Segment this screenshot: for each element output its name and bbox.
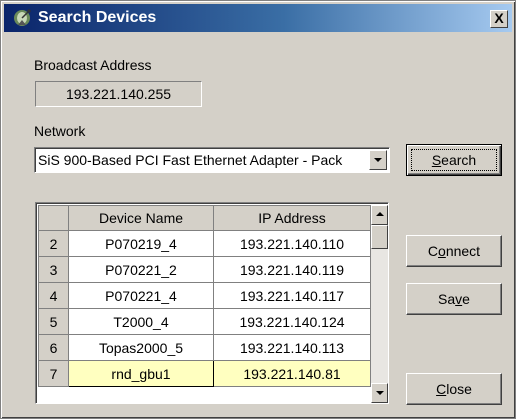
save-button[interactable]: Save (406, 283, 502, 315)
window-title: Search Devices (38, 9, 157, 26)
corner-cell (38, 205, 69, 231)
device-name-cell[interactable]: rnd_gbu1 (68, 360, 214, 387)
row-number[interactable]: 3 (38, 256, 69, 283)
network-label: Network (34, 123, 86, 139)
table-row-selected[interactable]: 7 rnd_gbu1 193.221.140.81 (38, 360, 371, 387)
device-name-cell[interactable]: P070221_4 (68, 282, 214, 309)
network-select[interactable]: SiS 900-Based PCI Fast Ethernet Adapter … (34, 147, 390, 173)
chevron-down-icon (376, 391, 384, 395)
row-number[interactable]: 2 (38, 230, 69, 257)
chevron-down-icon (374, 158, 382, 162)
chevron-up-icon (376, 212, 384, 216)
satellite-dish-icon (14, 9, 31, 26)
close-icon: X (494, 10, 504, 26)
search-button[interactable]: Search (406, 144, 502, 176)
scroll-up-button[interactable] (371, 205, 388, 225)
device-name-cell[interactable]: T2000_4 (68, 308, 214, 335)
ip-address-cell[interactable]: 193.221.140.117 (213, 282, 371, 309)
device-table: Device Name IP Address 2 P070219_4 193.2… (38, 205, 371, 387)
table-row[interactable]: 6 Topas2000_5 193.221.140.113 (38, 334, 371, 361)
table-row[interactable]: 4 P070221_4 193.221.140.117 (38, 282, 371, 309)
row-number[interactable]: 5 (38, 308, 69, 335)
ip-address-cell[interactable]: 193.221.140.119 (213, 256, 371, 283)
row-number[interactable]: 4 (38, 282, 69, 309)
save-button-label: Save (438, 291, 470, 307)
device-name-cell[interactable]: P070219_4 (68, 230, 214, 257)
connect-button-label: Connect (427, 243, 481, 259)
device-grid[interactable]: Device Name IP Address 2 P070219_4 193.2… (35, 202, 389, 404)
device-name-cell[interactable]: P070221_2 (68, 256, 214, 283)
column-header-device-name[interactable]: Device Name (68, 205, 214, 231)
row-number[interactable]: 6 (38, 334, 69, 361)
search-button-label: Search (431, 152, 477, 168)
table-row[interactable]: 3 P070221_2 193.221.140.119 (38, 256, 371, 283)
close-window-button[interactable]: X (490, 10, 508, 28)
column-header-ip-address[interactable]: IP Address (213, 205, 371, 231)
ip-address-cell[interactable]: 193.221.140.124 (213, 308, 371, 335)
broadcast-address-label: Broadcast Address (34, 57, 152, 73)
network-select-value: SiS 900-Based PCI Fast Ethernet Adapter … (38, 152, 343, 168)
ip-address-cell[interactable]: 193.221.140.81 (213, 360, 371, 387)
close-button[interactable]: Close (406, 373, 502, 405)
row-number[interactable]: 7 (38, 360, 69, 387)
close-button-label: Close (436, 381, 472, 397)
scroll-down-button[interactable] (371, 383, 388, 403)
broadcast-address-field: 193.221.140.255 (35, 81, 202, 107)
vertical-scrollbar[interactable] (371, 205, 388, 403)
scroll-thumb[interactable] (371, 225, 388, 249)
network-dropdown-button[interactable] (369, 150, 387, 170)
ip-address-cell[interactable]: 193.221.140.110 (213, 230, 371, 257)
table-row[interactable]: 2 P070219_4 193.221.140.110 (38, 230, 371, 257)
table-header-row: Device Name IP Address (38, 205, 371, 231)
connect-button[interactable]: Connect (406, 235, 502, 267)
title-bar[interactable]: Search Devices X (4, 4, 512, 32)
device-name-cell[interactable]: Topas2000_5 (68, 334, 214, 361)
search-devices-dialog: Search Devices X Broadcast Address 193.2… (0, 0, 516, 419)
table-row[interactable]: 5 T2000_4 193.221.140.124 (38, 308, 371, 335)
ip-address-cell[interactable]: 193.221.140.113 (213, 334, 371, 361)
